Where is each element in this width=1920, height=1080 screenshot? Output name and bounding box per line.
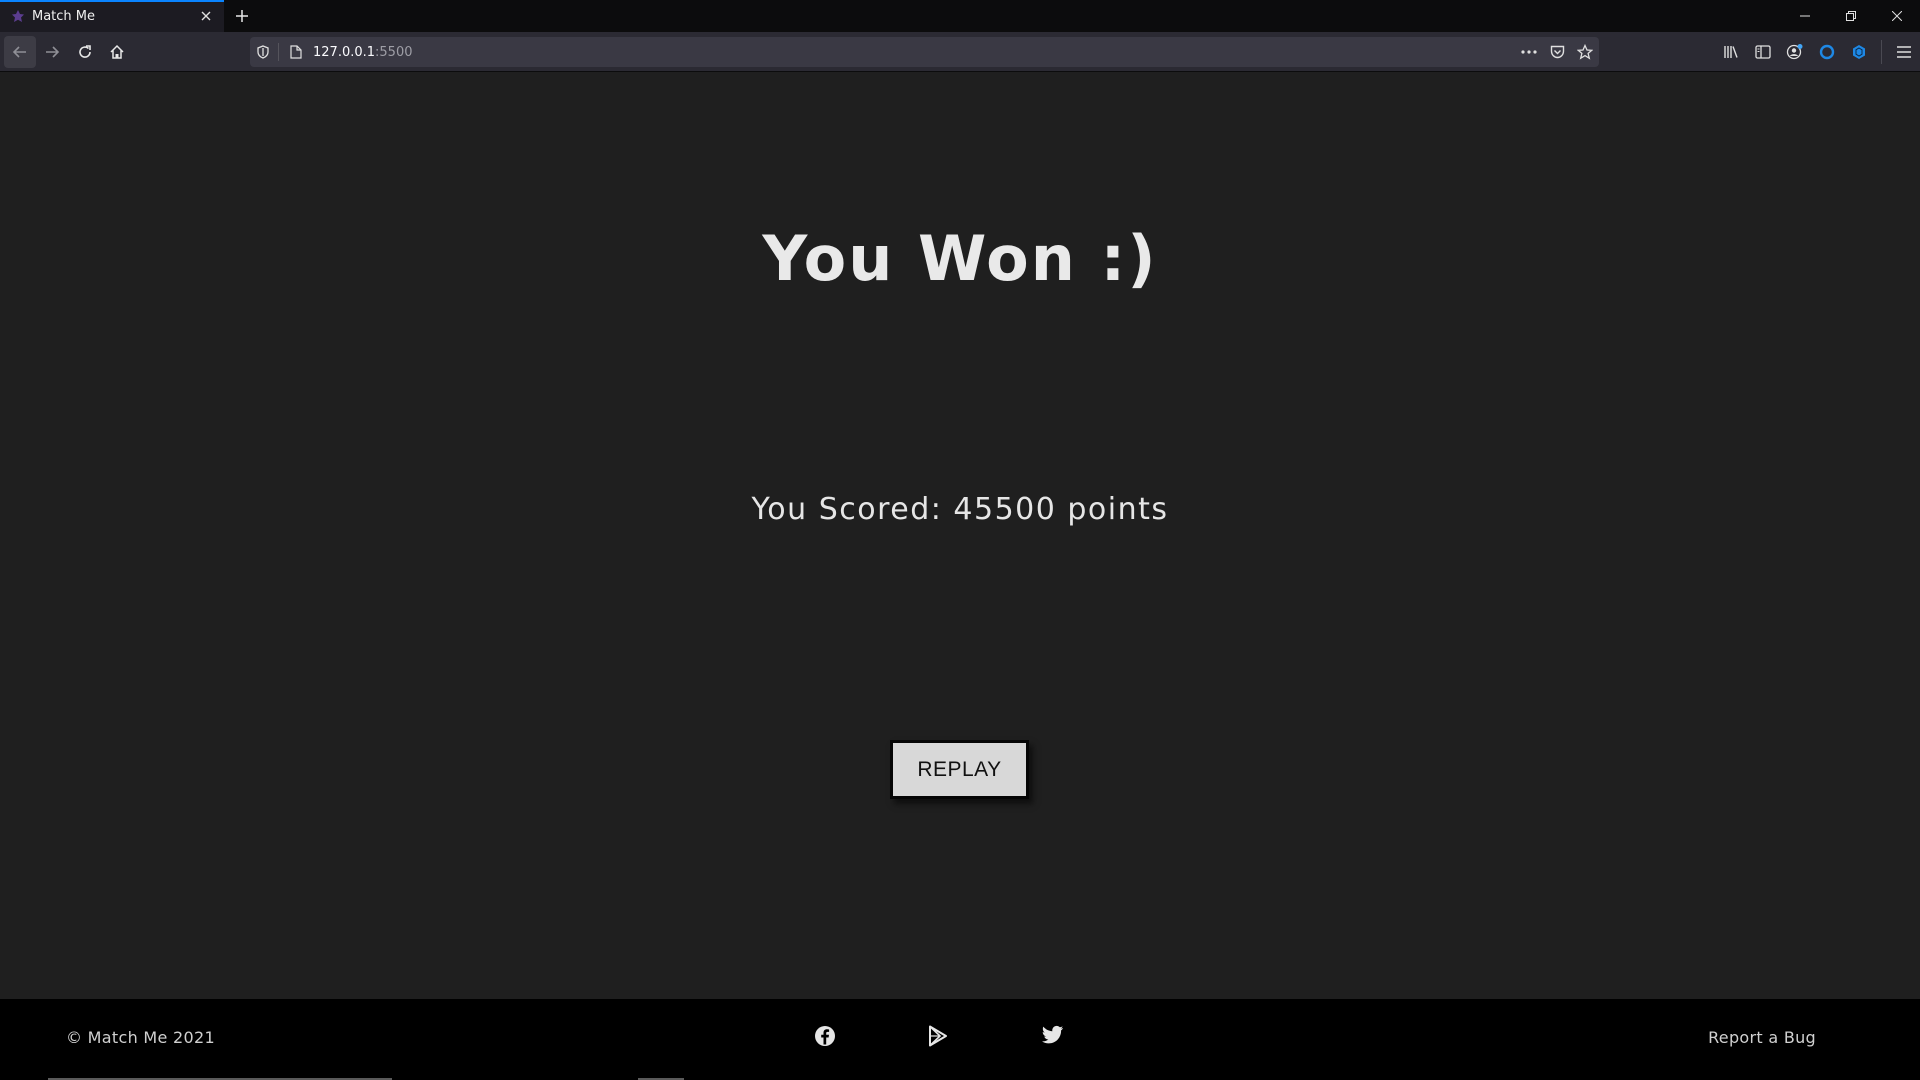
toolbar-right xyxy=(1715,36,1920,68)
tab-title: Match Me xyxy=(32,8,96,24)
page-info-icon[interactable] xyxy=(283,37,309,67)
back-icon[interactable] xyxy=(4,36,36,68)
site-footer: © Match Me 2021 Report a Bug xyxy=(0,999,1920,1080)
sidebar-icon[interactable] xyxy=(1747,36,1779,68)
browser-toolbar: 127.0.0.1:5500 xyxy=(0,32,1920,72)
account-icon[interactable] xyxy=(1779,36,1811,68)
score-text: You Scored: 45500 points xyxy=(751,492,1169,527)
pocket-icon[interactable] xyxy=(1543,37,1571,67)
toolbar-separator xyxy=(1881,40,1882,64)
facebook-icon[interactable] xyxy=(814,1025,838,1049)
url-host: 127.0.0.1 xyxy=(313,44,376,60)
minimize-icon[interactable] xyxy=(1782,0,1828,32)
tracking-shield-icon[interactable] xyxy=(250,37,276,67)
menu-hamburger-icon[interactable] xyxy=(1888,36,1920,68)
tab-close-icon[interactable] xyxy=(198,8,214,24)
address-bar[interactable]: 127.0.0.1:5500 xyxy=(250,37,1599,67)
forward-icon[interactable] xyxy=(36,36,68,68)
replay-button[interactable]: REPLAY xyxy=(890,740,1029,799)
twitter-icon[interactable] xyxy=(1042,1025,1066,1049)
game-result-page: You Won :) You Scored: 45500 points REPL… xyxy=(0,72,1920,999)
browser-tab-bar: Match Me xyxy=(0,0,1920,32)
footer-copyright: © Match Me 2021 xyxy=(66,1028,215,1047)
library-icon[interactable] xyxy=(1715,36,1747,68)
restore-icon[interactable] xyxy=(1828,0,1874,32)
url-port: :5500 xyxy=(375,44,413,60)
address-bar-separator xyxy=(278,43,279,61)
url-text: 127.0.0.1:5500 xyxy=(309,45,1515,60)
extension-circle-icon[interactable] xyxy=(1811,36,1843,68)
result-heading: You Won :) xyxy=(762,222,1158,295)
reload-icon[interactable] xyxy=(69,36,101,68)
google-play-icon[interactable] xyxy=(927,1025,951,1049)
favicon-icon xyxy=(10,8,26,24)
window-controls xyxy=(1782,0,1920,32)
extension-hexagon-icon[interactable] xyxy=(1843,36,1875,68)
home-icon[interactable] xyxy=(101,36,133,68)
page-actions-icon[interactable] xyxy=(1515,37,1543,67)
close-window-icon[interactable] xyxy=(1874,0,1920,32)
new-tab-icon[interactable] xyxy=(226,0,258,32)
browser-tab-active[interactable]: Match Me xyxy=(0,0,224,32)
bookmark-star-icon[interactable] xyxy=(1571,37,1599,67)
report-bug-link[interactable]: Report a Bug xyxy=(1708,1028,1816,1047)
